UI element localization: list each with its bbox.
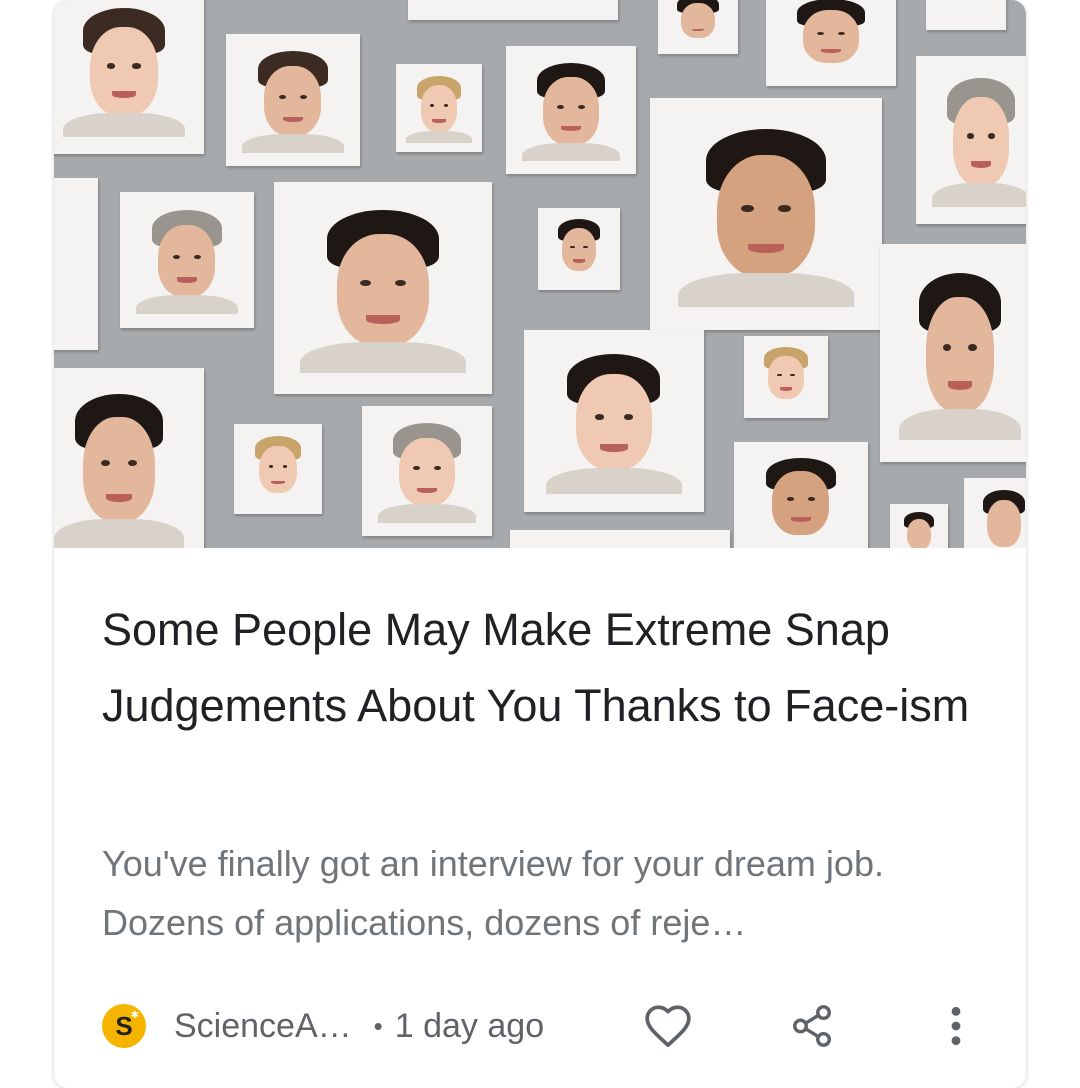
more-options-button[interactable]: [930, 1000, 982, 1052]
portrait-photo: [120, 192, 254, 328]
share-button[interactable]: [786, 1000, 838, 1052]
share-icon: [793, 1005, 831, 1047]
portrait-photo: [964, 478, 1026, 548]
portrait-photo: [54, 178, 98, 350]
portrait-photo: [890, 504, 948, 548]
article-image[interactable]: [54, 0, 1026, 548]
article-snippet[interactable]: You've finally got an interview for your…: [102, 834, 982, 952]
published-time: 1 day ago: [394, 1006, 545, 1045]
portrait-photo: [362, 406, 492, 536]
portrait-photo: [926, 0, 1006, 30]
portrait-photo: [226, 34, 360, 166]
article-meta-row: S ✱ ScienceA… • 1 day ago: [102, 998, 982, 1054]
portrait-photo: [54, 368, 204, 548]
portrait-photo: [396, 64, 482, 152]
news-card[interactable]: Some People May Make Extreme Snap Judgem…: [54, 0, 1026, 1088]
source-logo-mark: ✱: [130, 1010, 139, 1021]
source-logo[interactable]: S ✱: [102, 1004, 146, 1048]
portrait-photo: [506, 46, 636, 174]
heart-outline-icon: [645, 1005, 691, 1048]
article-title[interactable]: Some People May Make Extreme Snap Judgem…: [102, 592, 982, 744]
portrait-photo: [880, 244, 1026, 462]
portrait-photo: [916, 56, 1026, 224]
more-vertical-icon: [951, 1006, 961, 1046]
portrait-photo: [408, 0, 618, 20]
source-name[interactable]: ScienceA…: [174, 1007, 352, 1046]
like-button[interactable]: [642, 1000, 694, 1052]
portrait-photo: [766, 0, 896, 86]
portrait-photo: [538, 208, 620, 290]
portrait-photo: [744, 336, 828, 418]
portrait-photo: [274, 182, 492, 394]
portrait-photo: [54, 0, 204, 154]
portrait-photo: [658, 0, 738, 54]
portrait-photo: [650, 98, 882, 330]
portrait-photo: [510, 530, 730, 548]
portrait-photo: [234, 424, 322, 514]
portrait-photo: [734, 442, 868, 548]
portrait-photo: [524, 330, 704, 512]
meta-separator: •: [373, 1010, 383, 1041]
